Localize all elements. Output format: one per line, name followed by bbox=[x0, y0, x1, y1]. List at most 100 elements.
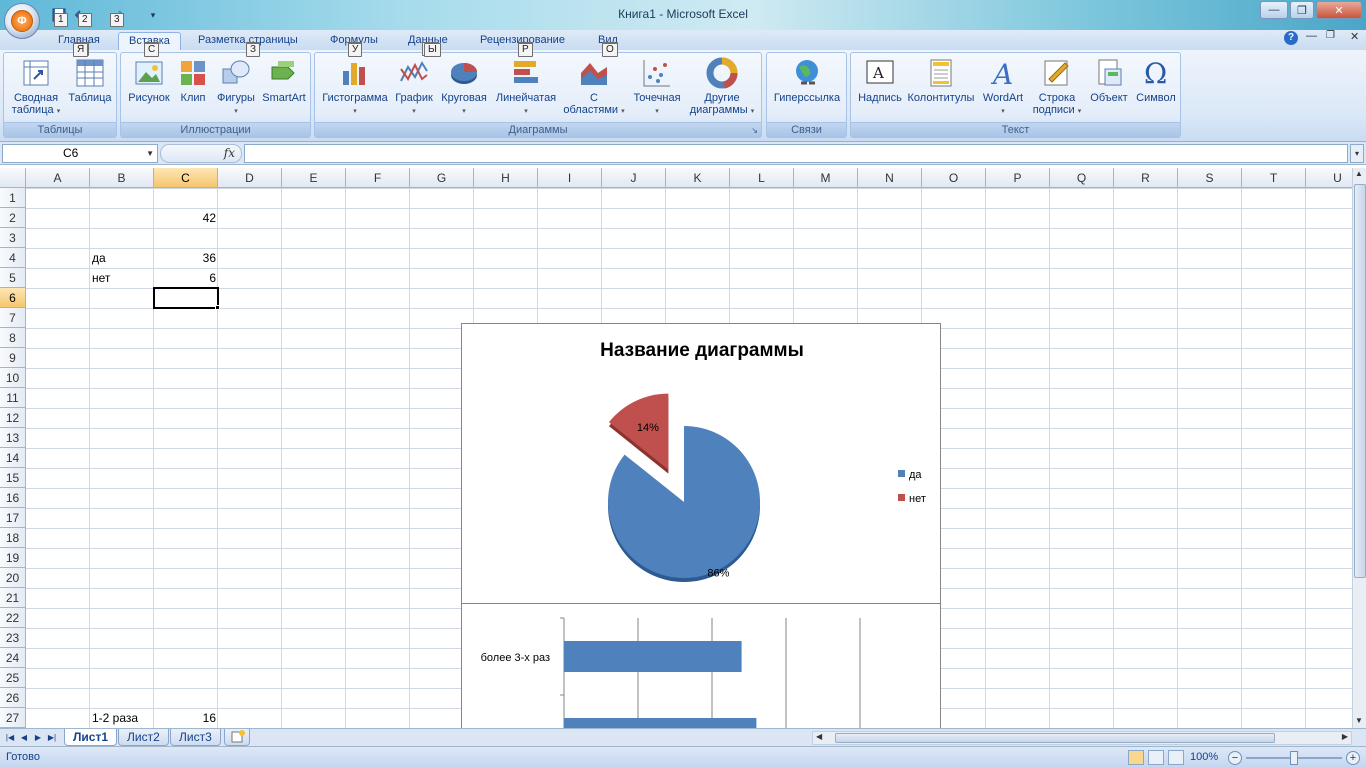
row-header-16[interactable]: 16 bbox=[0, 488, 26, 508]
minimize-button[interactable]: — bbox=[1260, 1, 1288, 19]
dialog-launcher-icon[interactable]: ↘ bbox=[751, 123, 758, 138]
wordart-button[interactable]: A WordArt ▾ bbox=[977, 55, 1029, 121]
cell-C27[interactable]: 16 bbox=[154, 708, 218, 728]
help-icon[interactable]: ? bbox=[1284, 31, 1298, 45]
insert-sheet-button[interactable] bbox=[224, 729, 250, 746]
column-header-B[interactable]: B bbox=[90, 168, 154, 188]
chevron-down-icon[interactable]: ▼ bbox=[146, 145, 154, 162]
ribbon-restore-icon[interactable]: ❐ bbox=[1326, 30, 1335, 41]
sheet-tab-2[interactable]: Лист2 bbox=[118, 729, 169, 746]
pie-data-label-нет[interactable]: 14% bbox=[637, 422, 659, 434]
zoom-out-icon[interactable]: − bbox=[1228, 751, 1242, 765]
line-chart-button[interactable]: График ▾ bbox=[391, 55, 437, 121]
zoom-slider-thumb[interactable] bbox=[1290, 751, 1298, 765]
cell-C2[interactable]: 42 bbox=[154, 208, 218, 228]
first-sheet-icon[interactable]: |◀ bbox=[4, 731, 16, 745]
row-header-15[interactable]: 15 bbox=[0, 468, 26, 488]
row-header-20[interactable]: 20 bbox=[0, 568, 26, 588]
scroll-right-icon[interactable]: ▶ bbox=[1342, 732, 1348, 741]
column-header-A[interactable]: A bbox=[26, 168, 90, 188]
column-header-P[interactable]: P bbox=[986, 168, 1050, 188]
header-footer-button[interactable]: Колонтитулы bbox=[905, 55, 977, 121]
smartart-button[interactable]: SmartArt bbox=[259, 55, 309, 121]
normal-view-icon[interactable] bbox=[1128, 750, 1144, 765]
scroll-left-icon[interactable]: ◀ bbox=[816, 732, 822, 741]
column-header-M[interactable]: M bbox=[794, 168, 858, 188]
zoom-level[interactable]: 100% bbox=[1190, 751, 1218, 763]
row-header-9[interactable]: 9 bbox=[0, 348, 26, 368]
row-header-5[interactable]: 5 bbox=[0, 268, 26, 288]
bar-chart[interactable]: более 3-х раз bbox=[461, 603, 941, 729]
cell-B5[interactable]: нет bbox=[90, 268, 154, 288]
row-header-4[interactable]: 4 bbox=[0, 248, 26, 268]
column-header-L[interactable]: L bbox=[730, 168, 794, 188]
scroll-up-icon[interactable]: ▲ bbox=[1355, 169, 1363, 178]
row-header-23[interactable]: 23 bbox=[0, 628, 26, 648]
prev-sheet-icon[interactable]: ◀ bbox=[18, 731, 30, 745]
row-header-14[interactable]: 14 bbox=[0, 448, 26, 468]
column-header-C[interactable]: C bbox=[154, 168, 218, 188]
row-header-25[interactable]: 25 bbox=[0, 668, 26, 688]
row-header-3[interactable]: 3 bbox=[0, 228, 26, 248]
column-header-J[interactable]: J bbox=[602, 168, 666, 188]
cell-B4[interactable]: да bbox=[90, 248, 154, 268]
column-header-O[interactable]: O bbox=[922, 168, 986, 188]
bar-chart-button[interactable]: Линейчатая ▾ bbox=[491, 55, 561, 121]
row-header-26[interactable]: 26 bbox=[0, 688, 26, 708]
pivot-table-button[interactable]: Сводная таблица ▾ bbox=[6, 55, 66, 121]
column-header-E[interactable]: E bbox=[282, 168, 346, 188]
close-button[interactable]: ✕ bbox=[1316, 1, 1362, 19]
picture-button[interactable]: Рисунок bbox=[123, 55, 175, 121]
ribbon-close-icon[interactable]: ✕ bbox=[1350, 30, 1359, 43]
cell-B27[interactable]: 1-2 раза bbox=[90, 708, 154, 728]
row-header-19[interactable]: 19 bbox=[0, 548, 26, 568]
column-header-H[interactable]: H bbox=[474, 168, 538, 188]
pie-slice-да[interactable] bbox=[608, 426, 760, 578]
chart-legend[interactable]: да нет bbox=[898, 469, 926, 505]
fill-handle[interactable] bbox=[215, 305, 220, 310]
row-header-24[interactable]: 24 bbox=[0, 648, 26, 668]
hyperlink-button[interactable]: Гиперссылка bbox=[769, 55, 845, 121]
vertical-scrollbar[interactable]: ▲ ▼ bbox=[1352, 168, 1366, 728]
clip-button[interactable]: Клип bbox=[175, 55, 211, 121]
object-button[interactable]: Объект bbox=[1085, 55, 1133, 121]
ribbon-minimize-icon[interactable]: — bbox=[1306, 30, 1317, 42]
row-header-7[interactable]: 7 bbox=[0, 308, 26, 328]
column-header-D[interactable]: D bbox=[218, 168, 282, 188]
office-button[interactable]: Ф bbox=[4, 3, 40, 39]
next-sheet-icon[interactable]: ▶ bbox=[32, 731, 44, 745]
scatter-chart-button[interactable]: Точечная ▾ bbox=[627, 55, 687, 121]
horizontal-scroll-thumb[interactable] bbox=[835, 733, 1275, 743]
area-chart-button[interactable]: Собластями ▾ bbox=[561, 55, 627, 121]
insert-function-icon[interactable]: fx bbox=[224, 146, 235, 160]
name-box[interactable]: C6 ▼ bbox=[2, 144, 158, 163]
signature-line-button[interactable]: Строка подписи ▾ bbox=[1029, 55, 1085, 121]
row-header-8[interactable]: 8 bbox=[0, 328, 26, 348]
table-button[interactable]: Таблица bbox=[64, 55, 116, 121]
row-header-27[interactable]: 27 bbox=[0, 708, 26, 728]
horizontal-scrollbar[interactable]: ◀ ▶ bbox=[812, 731, 1352, 745]
column-header-T[interactable]: T bbox=[1242, 168, 1306, 188]
shapes-button[interactable]: Фигуры ▾ bbox=[213, 55, 259, 121]
cell-C4[interactable]: 36 bbox=[154, 248, 218, 268]
chart-title[interactable]: Название диаграммы bbox=[600, 340, 804, 361]
bar-более 3-х раз[interactable] bbox=[564, 641, 742, 672]
symbol-button[interactable]: Ω Символ bbox=[1133, 55, 1179, 121]
row-header-6[interactable]: 6 bbox=[0, 288, 26, 308]
last-sheet-icon[interactable]: ▶| bbox=[46, 731, 58, 745]
sheet-tab-1[interactable]: Лист1 bbox=[64, 729, 118, 746]
row-header-2[interactable]: 2 bbox=[0, 208, 26, 228]
pie-chart[interactable]: Название диаграммы 86% 14% да нет bbox=[461, 323, 941, 604]
column-header-R[interactable]: R bbox=[1114, 168, 1178, 188]
row-header-17[interactable]: 17 bbox=[0, 508, 26, 528]
cell-C5[interactable]: 6 bbox=[154, 268, 218, 288]
column-header-K[interactable]: K bbox=[666, 168, 730, 188]
row-header-1[interactable]: 1 bbox=[0, 188, 26, 208]
column-header-F[interactable]: F bbox=[346, 168, 410, 188]
histogram-button[interactable]: Гистограмма ▾ bbox=[319, 55, 391, 121]
row-header-21[interactable]: 21 bbox=[0, 588, 26, 608]
row-header-12[interactable]: 12 bbox=[0, 408, 26, 428]
qat-customize-icon[interactable]: ▾ bbox=[146, 6, 160, 24]
sheet-tab-3[interactable]: Лист3 bbox=[170, 729, 221, 746]
column-header-G[interactable]: G bbox=[410, 168, 474, 188]
